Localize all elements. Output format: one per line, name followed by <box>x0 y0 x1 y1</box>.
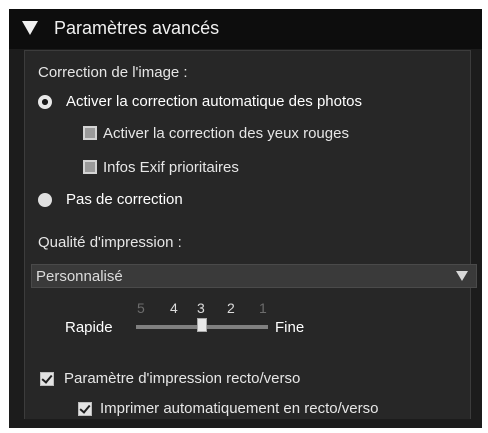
red-eye-label[interactable]: Activer la correction des yeux rouges <box>103 125 349 142</box>
print-quality-dropdown[interactable]: Personnalisé <box>31 264 477 288</box>
slider-right-label: Fine <box>275 319 305 336</box>
duplex-setting-checkbox[interactable] <box>40 372 54 386</box>
duplex-setting-label[interactable]: Paramètre d'impression recto/verso <box>64 370 300 387</box>
quality-tick-2: 2 <box>227 300 235 316</box>
quality-tick-1: 1 <box>259 300 267 316</box>
red-eye-checkbox[interactable] <box>83 126 97 140</box>
slider-left-label: Rapide <box>65 319 113 336</box>
quality-slider-thumb[interactable] <box>197 318 207 332</box>
quality-tick-5: 5 <box>137 300 145 316</box>
auto-correction-radio[interactable] <box>38 95 52 109</box>
dropdown-arrow-icon[interactable] <box>456 271 468 281</box>
image-correction-label: Correction de l'image : <box>38 64 188 81</box>
auto-duplex-checkbox[interactable] <box>78 402 92 416</box>
collapse-triangle-icon[interactable] <box>22 21 38 35</box>
no-correction-label[interactable]: Pas de correction <box>66 191 183 208</box>
auto-correction-label[interactable]: Activer la correction automatique des ph… <box>66 93 362 110</box>
no-correction-radio[interactable] <box>38 193 52 207</box>
print-quality-label: Qualité d'impression : <box>38 234 182 251</box>
print-quality-selected: Personnalisé <box>36 268 123 285</box>
quality-tick-3: 3 <box>197 300 205 316</box>
exif-priority-label[interactable]: Infos Exif prioritaires <box>103 159 239 176</box>
quality-tick-4: 4 <box>170 300 178 316</box>
section-header[interactable]: Paramètres avancés <box>9 9 482 49</box>
exif-priority-checkbox[interactable] <box>83 160 97 174</box>
section-title: Paramètres avancés <box>54 18 220 38</box>
auto-duplex-label[interactable]: Imprimer automatiquement en recto/verso <box>100 400 378 417</box>
